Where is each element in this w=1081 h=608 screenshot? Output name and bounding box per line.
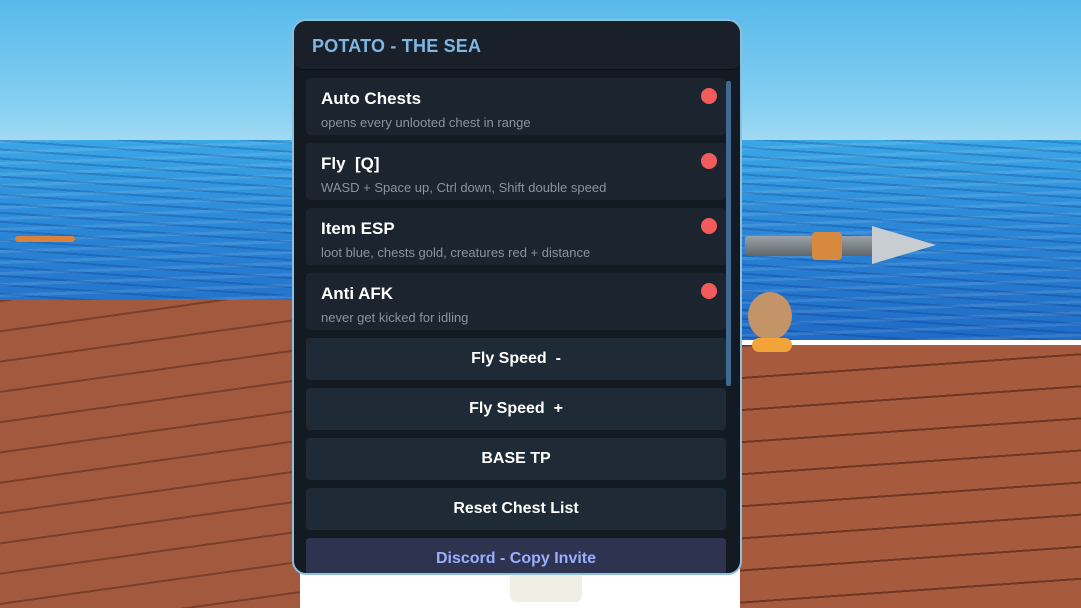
harpoon-shaft xyxy=(745,236,875,256)
harpoon-reel xyxy=(748,292,792,340)
harpoon-glow xyxy=(752,338,792,352)
player-character xyxy=(510,572,582,602)
wooden-deck-right xyxy=(740,345,1081,608)
toggle-label: Anti AFK xyxy=(321,284,394,303)
floating-debris xyxy=(15,236,75,242)
fly-speed-increase-button[interactable]: Fly Speed + xyxy=(306,388,726,430)
wooden-deck-left xyxy=(0,300,300,608)
reset-chest-list-button[interactable]: Reset Chest List xyxy=(306,488,726,530)
toggle-anti-afk[interactable]: Anti AFK never get kicked for idling xyxy=(306,273,726,330)
status-dot-icon[interactable] xyxy=(701,218,717,234)
discord-copy-invite-button[interactable]: Discord - Copy Invite xyxy=(306,538,726,573)
toggle-auto-chests[interactable]: Auto Chests opens every unlooted chest i… xyxy=(306,78,726,135)
fly-speed-decrease-button[interactable]: Fly Speed - xyxy=(306,338,726,380)
scrollbar[interactable] xyxy=(726,81,731,386)
toggle-description: never get kicked for idling xyxy=(321,310,469,325)
status-dot-icon[interactable] xyxy=(701,88,717,104)
panel-title: POTATO - THE SEA xyxy=(312,36,482,56)
script-panel: POTATO - THE SEA Auto Chests opens every… xyxy=(292,19,742,575)
toggle-label: Fly [Q] xyxy=(321,154,380,173)
status-dot-icon[interactable] xyxy=(701,153,717,169)
harpoon-band xyxy=(812,232,842,260)
base-tp-button[interactable]: BASE TP xyxy=(306,438,726,480)
toggle-fly[interactable]: Fly [Q] WASD + Space up, Ctrl down, Shif… xyxy=(306,143,726,200)
toggle-label: Auto Chests xyxy=(321,89,422,108)
toggle-description: opens every unlooted chest in range xyxy=(321,115,531,130)
toggle-item-esp[interactable]: Item ESP loot blue, chests gold, creatur… xyxy=(306,208,726,265)
toggle-description: WASD + Space up, Ctrl down, Shift double… xyxy=(321,180,607,195)
harpoon-tip xyxy=(872,226,936,264)
feature-list: Auto Chests opens every unlooted chest i… xyxy=(306,78,726,573)
panel-title-bar[interactable]: POTATO - THE SEA xyxy=(294,21,740,70)
toggle-description: loot blue, chests gold, creatures red + … xyxy=(321,245,591,260)
toggle-label: Item ESP xyxy=(321,219,395,238)
status-dot-icon[interactable] xyxy=(701,283,717,299)
